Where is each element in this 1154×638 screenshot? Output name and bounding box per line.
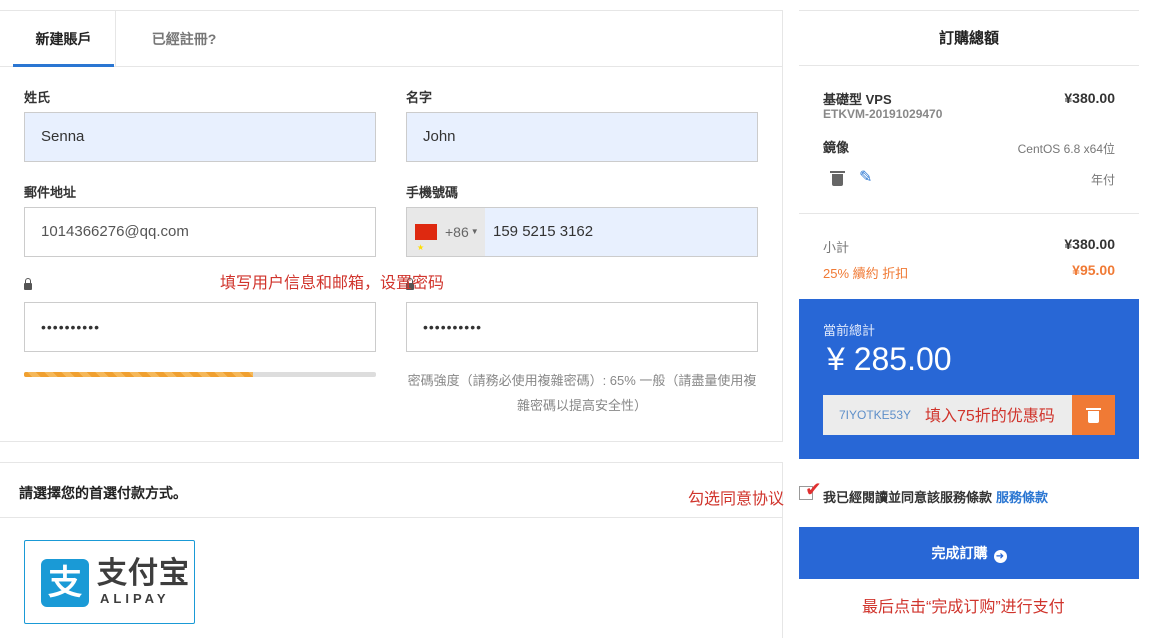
alipay-name: 支付宝 <box>97 557 190 590</box>
phone-label: 手機號碼 <box>406 185 459 200</box>
trash-icon <box>1086 408 1101 423</box>
divider <box>0 517 783 518</box>
subtotal-label: 小計 <box>823 240 850 255</box>
phone-field: +86 ▼ 159 5215 3162 <box>406 207 758 272</box>
first-name-input[interactable]: John <box>406 112 758 162</box>
subtotal-value: ¥380.00 <box>1064 236 1115 252</box>
password-input[interactable]: •••••••••• <box>24 302 376 352</box>
trash-icon[interactable] <box>830 171 845 186</box>
tos-label: 我已經閱讀並同意該服務條款 <box>823 490 993 505</box>
alipay-option[interactable]: 支 支付宝 ALIPAY <box>24 540 195 624</box>
lock-icon <box>24 278 32 290</box>
phone-input[interactable]: 159 5215 3162 <box>493 208 593 256</box>
alipay-logo-icon: 支 <box>41 559 89 607</box>
email-input[interactable]: 1014366276@qq.com <box>24 207 376 257</box>
annotation-promo: 填入75折的优惠码 <box>925 408 1055 425</box>
password-strength-bar <box>24 372 376 377</box>
remove-promo-button[interactable] <box>1072 395 1115 435</box>
total-label: 當前總計 <box>823 323 876 338</box>
tos-link[interactable]: 服務條款 <box>996 490 1048 505</box>
pencil-icon[interactable]: ✎ <box>859 167 872 187</box>
summary-title: 訂購總額 <box>799 10 1139 66</box>
total-box: 當前總計 ¥ 285.00 7IYOTKE53Y <box>799 299 1139 459</box>
image-label: 鏡像 <box>823 140 850 155</box>
divider <box>799 213 1139 214</box>
arrow-right-icon: ➜ <box>993 550 1007 563</box>
billing-cycle: 年付 <box>1090 173 1115 187</box>
annotation-fill-info: 填写用户信息和邮箱，设置密码 <box>220 275 445 292</box>
caret-down-icon: ▼ <box>470 227 479 236</box>
password-strength-text: 密碼強度（請務必使用複雜密碼）: 65% 一般（請盡量使用複雜密碼以提高安全性） <box>407 373 757 413</box>
last-name-input[interactable]: Senna <box>24 112 376 162</box>
order-summary: 訂購總額 基礎型 VPS ETKVM-20191029470 ¥380.00 鏡… <box>799 10 1139 638</box>
payment-title: 請選擇您的首選付款方式。 <box>19 485 187 501</box>
tos-text: 我已經閱讀並同意該服務條款 服務條款 <box>823 487 1048 506</box>
first-name-label: 名字 <box>406 90 433 105</box>
password-confirm-input[interactable]: •••••••••• <box>406 302 758 352</box>
discount-value: ¥95.00 <box>1072 262 1115 278</box>
complete-order-label: 完成訂購 <box>931 545 988 561</box>
tab-new-account[interactable]: 新建賬戶 <box>13 11 114 67</box>
annotation-agree: 勾选同意协议 <box>688 491 785 508</box>
password-strength-fill <box>24 372 253 377</box>
complete-order-button[interactable]: 完成訂購 ➜ <box>799 527 1139 579</box>
china-flag-icon <box>415 224 437 272</box>
total-amount: ¥ 285.00 <box>827 341 952 377</box>
product-name: 基礎型 VPS <box>823 92 892 107</box>
tab-already-registered[interactable]: 已經註冊? <box>115 11 252 67</box>
country-code-select[interactable]: +86 ▼ <box>407 208 485 272</box>
last-name-label: 姓氏 <box>24 90 51 105</box>
payment-panel: 請選擇您的首選付款方式。 支 支付宝 ALIPAY <box>0 462 783 638</box>
check-icon: ✔ <box>805 479 822 501</box>
product-id: ETKVM-20191029470 <box>823 107 943 121</box>
country-code: +86 <box>445 224 469 240</box>
email-label: 郵件地址 <box>24 185 77 200</box>
product-price: ¥380.00 <box>1064 90 1115 106</box>
image-value: CentOS 6.8 x64位 <box>1017 142 1115 156</box>
annotation-final: 最后点击“完成订购”进行支付 <box>862 599 1065 616</box>
account-tabs: 新建賬戶 已經註冊? <box>0 11 782 67</box>
discount-label: 25% 續約 折扣 <box>823 266 909 281</box>
alipay-name-en: ALIPAY <box>100 591 170 606</box>
